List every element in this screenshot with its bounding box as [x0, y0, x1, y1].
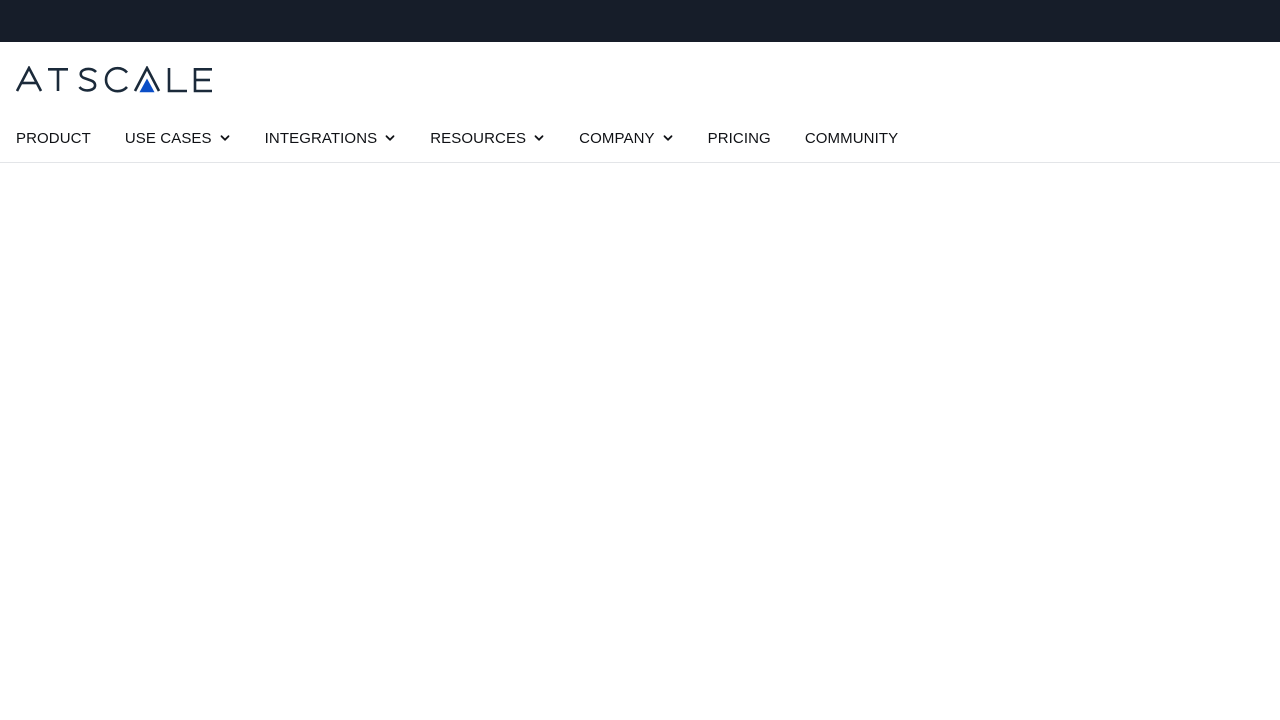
chevron-down-icon [533, 132, 545, 144]
chevron-down-icon [662, 132, 674, 144]
nav-item-label: PRODUCT [16, 129, 91, 147]
site-header: PRODUCT USE CASES INTEGRATIONS RESOURCES… [0, 42, 1280, 163]
nav-item-product[interactable]: PRODUCT [16, 130, 91, 147]
nav-item-pricing[interactable]: PRICING [708, 130, 771, 147]
chevron-down-icon [384, 132, 396, 144]
nav-item-resources[interactable]: RESOURCES [430, 130, 545, 147]
nav-item-label: RESOURCES [430, 129, 527, 147]
nav-item-label: USE CASES [124, 129, 212, 147]
nav-item-label: INTEGRATIONS [264, 129, 378, 147]
nav-item-use-cases[interactable]: USE CASES [125, 130, 231, 147]
atscale-logo[interactable] [16, 66, 214, 94]
nav-item-label: COMMUNITY [804, 129, 899, 147]
chevron-down-icon [219, 132, 231, 144]
page-content [0, 163, 1280, 720]
nav-item-label: COMPANY [579, 129, 655, 147]
nav-item-community[interactable]: COMMUNITY [805, 130, 898, 147]
top-announcement-bar [0, 0, 1280, 42]
nav-item-integrations[interactable]: INTEGRATIONS [265, 130, 397, 147]
nav-item-label: PRICING [707, 129, 771, 147]
atscale-logo-icon [16, 66, 212, 93]
main-navigation: PRODUCT USE CASES INTEGRATIONS RESOURCES… [16, 126, 932, 150]
nav-item-company[interactable]: COMPANY [579, 130, 673, 147]
